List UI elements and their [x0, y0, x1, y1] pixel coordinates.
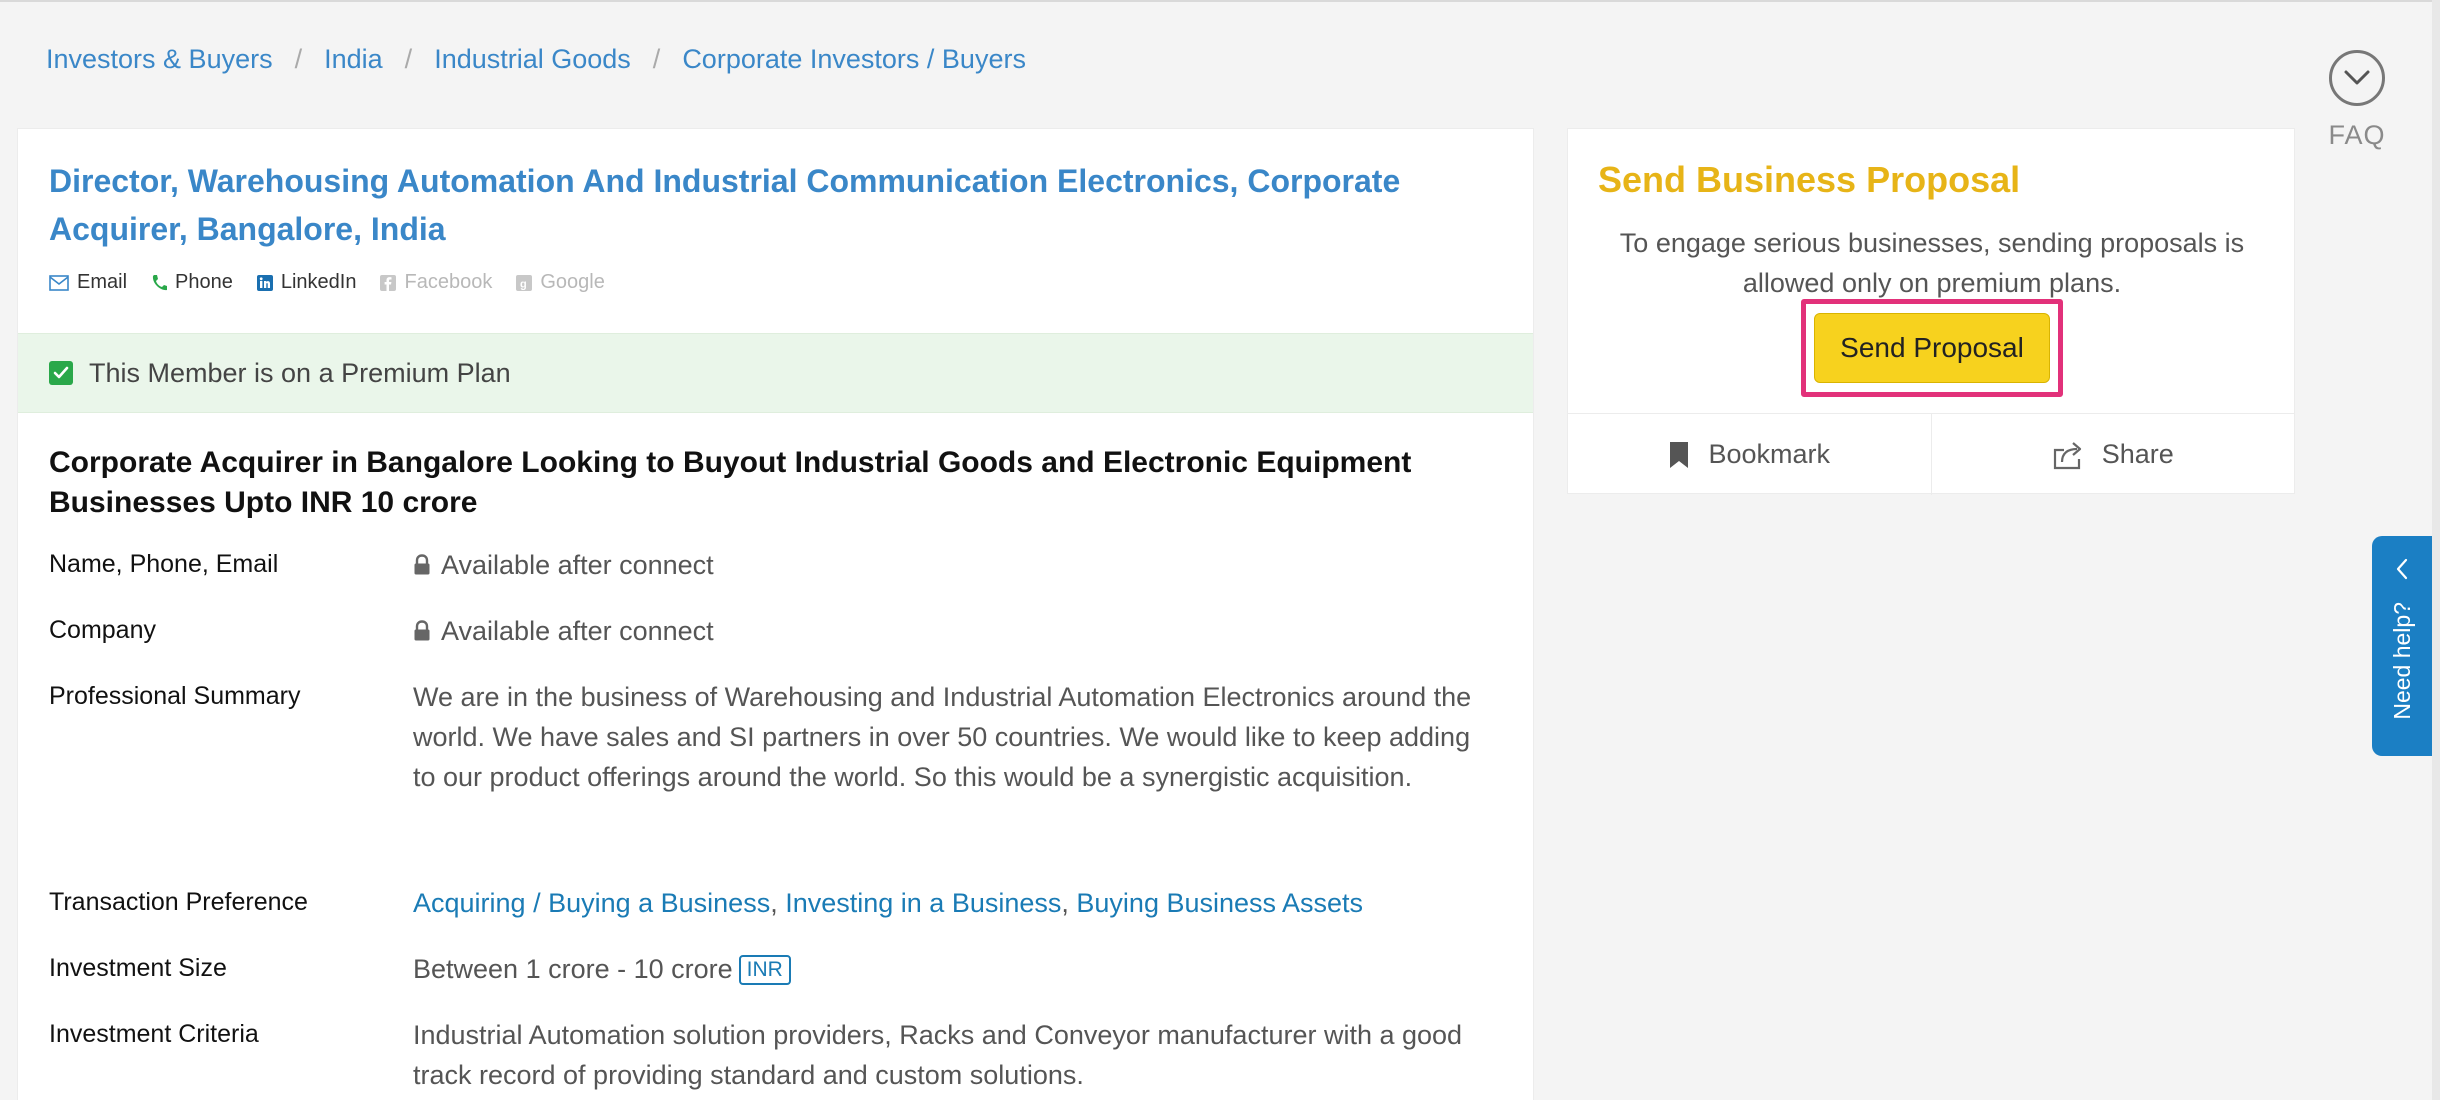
field-label: Professional Summary — [49, 682, 301, 710]
highlight-frame: Send Proposal — [1801, 299, 2063, 397]
contact-phone[interactable]: Phone — [151, 271, 233, 294]
field-value-investment-size: Between 1 crore - 10 crore INR — [413, 949, 1493, 989]
profile-headline: Corporate Acquirer in Bangalore Looking … — [49, 446, 1412, 519]
breadcrumb: Investors & Buyers / India / Industrial … — [46, 44, 1026, 75]
proposal-title: Send Business Proposal — [1598, 159, 2021, 200]
bookmark-icon — [1670, 441, 1689, 468]
field-value-locked: Available after connect — [413, 545, 1493, 585]
need-help-tab[interactable]: Need help? — [2372, 536, 2432, 756]
list-separator: , — [770, 888, 786, 918]
contact-linkedin[interactable]: LinkedIn — [256, 271, 356, 294]
field-row-company: Company Available after connect — [49, 611, 1493, 651]
breadcrumb-industrial-goods[interactable]: Industrial Goods — [434, 44, 631, 75]
contact-facebook: Facebook — [380, 271, 492, 294]
faq-label: FAQ — [2328, 120, 2386, 150]
field-row-transaction: Transaction Preference Acquiring / Buyin… — [49, 883, 1493, 923]
transaction-link-investing[interactable]: Investing in a Business — [785, 888, 1061, 918]
field-row-summary: Professional Summary We are in the busin… — [49, 677, 1493, 797]
top-border — [0, 0, 2440, 2]
field-value-criteria: Industrial Automation solution providers… — [413, 1020, 1463, 1090]
svg-text:g: g — [520, 278, 527, 290]
lock-icon — [414, 554, 430, 575]
contact-options: Email Phone LinkedIn Facebook g Google — [49, 271, 629, 294]
breadcrumb-investors-buyers[interactable]: Investors & Buyers — [46, 44, 273, 75]
proposal-description: To engage serious businesses, sending pr… — [1619, 228, 2245, 298]
transaction-link-assets[interactable]: Buying Business Assets — [1076, 888, 1363, 918]
share-icon — [2053, 441, 2081, 469]
lock-icon — [414, 620, 430, 641]
scrollbar[interactable] — [2432, 0, 2440, 1100]
field-row-investment-size: Investment Size Between 1 crore - 10 cro… — [49, 949, 1493, 989]
need-help-label: Need help? — [2388, 602, 2415, 720]
profile-title: Director, Warehousing Automation And Ind… — [49, 163, 1401, 247]
breadcrumb-india[interactable]: India — [324, 44, 383, 75]
breadcrumb-separator: / — [404, 44, 413, 74]
phone-icon — [152, 274, 168, 290]
contact-email[interactable]: Email — [49, 271, 127, 294]
proposal-actions: Bookmark Share — [1568, 413, 2294, 495]
transaction-link-acquiring[interactable]: Acquiring / Buying a Business — [413, 888, 770, 918]
chevron-down-icon — [2329, 50, 2385, 106]
contact-google: g Google — [516, 271, 605, 294]
linkedin-icon — [256, 274, 273, 291]
send-proposal-button[interactable]: Send Proposal — [1814, 313, 2050, 383]
field-label: Investment Size — [49, 954, 227, 982]
premium-plan-notice: This Member is on a Premium Plan — [18, 333, 1533, 413]
premium-plan-text: This Member is on a Premium Plan — [89, 357, 511, 388]
checkbox-checked-icon — [49, 361, 73, 385]
field-label: Company — [49, 616, 156, 644]
profile-card: Director, Warehousing Automation And Ind… — [17, 128, 1534, 1100]
share-button[interactable]: Share — [1930, 414, 2295, 495]
breadcrumb-corporate-investors[interactable]: Corporate Investors / Buyers — [682, 44, 1026, 75]
envelope-icon — [49, 274, 69, 291]
field-label: Transaction Preference — [49, 888, 308, 916]
field-value-transaction: Acquiring / Buying a Business, Investing… — [413, 883, 1493, 923]
field-value-summary: We are in the business of Warehousing an… — [413, 682, 1472, 792]
list-separator: , — [1061, 888, 1077, 918]
field-value-locked: Available after connect — [413, 611, 1493, 651]
field-row-contact: Name, Phone, Email Available after conne… — [49, 545, 1493, 585]
google-icon: g — [516, 274, 533, 291]
facebook-icon — [380, 274, 397, 291]
field-row-criteria: Investment Criteria Industrial Automatio… — [49, 1015, 1493, 1095]
chevron-left-icon — [2396, 558, 2408, 580]
breadcrumb-separator: / — [294, 44, 303, 74]
field-label: Name, Phone, Email — [49, 550, 279, 578]
field-label: Investment Criteria — [49, 1020, 259, 1048]
proposal-card: Send Business Proposal To engage serious… — [1567, 128, 2295, 495]
currency-badge: INR — [738, 955, 791, 985]
faq-button[interactable]: FAQ — [2326, 50, 2388, 151]
bookmark-button[interactable]: Bookmark — [1568, 414, 1931, 495]
breadcrumb-separator: / — [652, 44, 661, 74]
